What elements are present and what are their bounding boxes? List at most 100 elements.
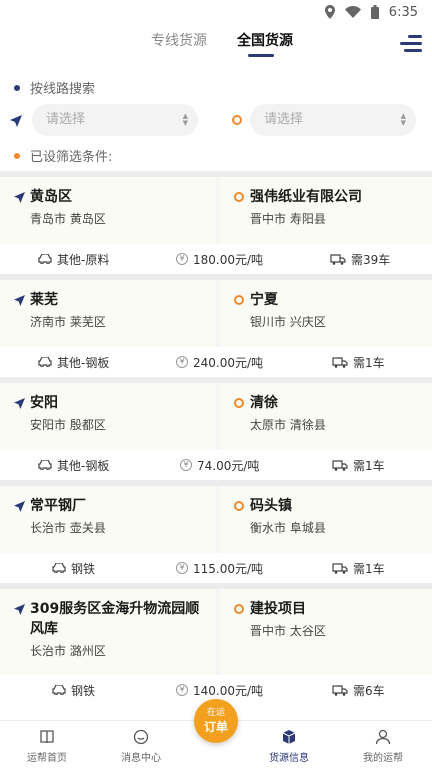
yen-icon: ¥: [176, 253, 188, 265]
origin-block: 莱芜 济南市 莱芜区: [0, 280, 216, 347]
vehicles-needed: 需1车: [332, 347, 385, 377]
origin-region: 安阳市 殷都区: [30, 418, 106, 432]
cargo-card[interactable]: 莱芜 济南市 莱芜区 宁夏 银川市 兴庆区 其他-钢板 ¥ 240.00元/吨: [0, 274, 432, 377]
origin-region: 长治市 壶关县: [30, 521, 106, 535]
origin-block: 安阳 安阳市 殷都区: [0, 383, 216, 450]
select-arrows-icon: ▲ ▼: [182, 112, 188, 127]
send-arrow-icon: [10, 115, 22, 127]
cargo-card[interactable]: 常平钢厂 长治市 壶关县 码头镇 衡水市 阜城县 钢铁 ¥ 115.00元/吨: [0, 480, 432, 583]
vehicles-text: 需39车: [351, 252, 391, 267]
destination-region: 晋中市 寿阳县: [250, 212, 326, 226]
yen-icon: ¥: [180, 459, 192, 471]
cargo-type: 其他-钢板: [38, 450, 109, 480]
destination-name: 建投项目: [250, 601, 306, 617]
origin-block: 黄岛区 青岛市 黄岛区: [0, 177, 216, 244]
car-icon: [38, 254, 52, 264]
bottom-nav: 运帮首页 消息中心 在运 订单 货源信息 我的运帮: [0, 699, 432, 768]
send-arrow-icon: [14, 398, 25, 409]
battery-icon: [370, 5, 379, 19]
vehicles-text: 需1车: [353, 561, 385, 576]
origin-name: 黄岛区: [30, 189, 72, 205]
yen-icon: ¥: [176, 356, 188, 368]
cargo-type: 钢铁: [52, 553, 95, 583]
destination-name: 强伟纸业有限公司: [250, 189, 362, 205]
destination-select[interactable]: 请选择 ▲ ▼: [250, 104, 416, 136]
destination-region: 晋中市 太谷区: [250, 624, 326, 638]
destination-region: 衡水市 阜城县: [250, 521, 326, 535]
car-icon: [52, 685, 66, 695]
cargo-card[interactable]: 安阳 安阳市 殷都区 清徐 太原市 清徐县 其他-钢板 ¥ 74.00元/吨 需…: [0, 377, 432, 480]
truck-icon: [332, 562, 348, 574]
cargo-type: 钢铁: [52, 675, 95, 705]
freight-price: ¥ 180.00元/吨: [176, 244, 263, 274]
price-text: 115.00元/吨: [193, 561, 264, 576]
cargo-type-text: 其他-钢板: [57, 458, 110, 473]
cargo-info-row: 钢铁 ¥ 115.00元/吨 需1车: [0, 553, 432, 583]
price-text: 240.00元/吨: [193, 355, 264, 370]
origin-name: 安阳: [30, 395, 58, 411]
nav-cargo-info-label: 货源信息: [269, 753, 309, 764]
freight-price: ¥ 115.00元/吨: [176, 553, 263, 583]
origin-region: 济南市 莱芜区: [30, 315, 106, 329]
origin-select[interactable]: 请选择 ▲ ▼: [32, 104, 198, 136]
route-search-text: 按线路搜索: [30, 82, 96, 97]
origin-block: 常平钢厂 长治市 壶关县: [0, 486, 216, 553]
car-icon: [38, 357, 52, 367]
send-arrow-icon: [14, 295, 25, 306]
vehicles-text: 需1车: [353, 458, 385, 473]
cargo-card[interactable]: 309服务区金海升物流园顺风库 长治市 潞州区 建投项目 晋中市 太谷区 钢铁 …: [0, 583, 432, 705]
nav-messages[interactable]: 消息中心: [98, 727, 184, 764]
origin-name: 莱芜: [30, 292, 58, 308]
destination-block: 建投项目 晋中市 太谷区: [220, 589, 432, 675]
filter-conditions[interactable]: 已设筛选条件:: [14, 146, 112, 165]
user-icon: [375, 729, 391, 745]
route-select-row: 请选择 ▲ ▼ 请选择 ▲ ▼: [0, 104, 432, 136]
destination-circle-icon: [234, 192, 244, 202]
vehicles-needed: 需39车: [330, 244, 390, 274]
cargo-type-text: 钢铁: [71, 683, 96, 698]
destination-region: 银川市 兴庆区: [250, 315, 326, 329]
center-button-bottom-text: 订单: [203, 720, 228, 734]
in-transit-orders-button[interactable]: 在运 订单: [194, 699, 238, 743]
truck-icon: [332, 684, 348, 696]
price-text: 74.00元/吨: [197, 458, 260, 473]
nav-cargo-info[interactable]: 货源信息: [246, 727, 332, 764]
tab-nationwide[interactable]: 全国货源: [237, 30, 293, 50]
destination-name: 宁夏: [250, 292, 278, 308]
price-text: 180.00元/吨: [193, 252, 264, 267]
destination-name: 清徐: [250, 395, 278, 411]
nav-home-label: 运帮首页: [27, 753, 67, 764]
freight-price: ¥ 240.00元/吨: [176, 347, 263, 377]
cargo-info-row: 其他-钢板 ¥ 240.00元/吨 需1车: [0, 347, 432, 377]
destination-circle-icon: [234, 501, 244, 511]
destination-block: 强伟纸业有限公司 晋中市 寿阳县: [220, 177, 432, 244]
cargo-list: 黄岛区 青岛市 黄岛区 强伟纸业有限公司 晋中市 寿阳县 其他-原料 ¥ 180…: [0, 171, 432, 705]
route-search-label: 按线路搜索: [14, 78, 95, 97]
vehicles-text: 需1车: [353, 355, 385, 370]
cargo-info-row: 其他-钢板 ¥ 74.00元/吨 需1车: [0, 450, 432, 480]
wifi-icon: [344, 6, 361, 18]
origin-select-placeholder: 请选择: [46, 112, 86, 127]
destination-region: 太原市 清徐县: [250, 418, 326, 432]
origin-block: 309服务区金海升物流园顺风库 长治市 潞州区: [0, 589, 216, 675]
destination-block: 清徐 太原市 清徐县: [220, 383, 432, 450]
destination-circle-icon: [232, 115, 242, 125]
cargo-type: 其他-钢板: [38, 347, 109, 377]
location-icon: [324, 5, 335, 19]
menu-icon[interactable]: [400, 33, 422, 53]
book-icon: [40, 730, 54, 744]
yen-icon: ¥: [176, 684, 188, 696]
cargo-card[interactable]: 黄岛区 青岛市 黄岛区 强伟纸业有限公司 晋中市 寿阳县 其他-原料 ¥ 180…: [0, 171, 432, 274]
vehicles-needed: 需1车: [332, 450, 385, 480]
status-bar: 6:35: [0, 0, 432, 24]
nav-profile[interactable]: 我的运帮: [340, 727, 426, 764]
freight-price: ¥ 74.00元/吨: [180, 450, 259, 480]
status-time: 6:35: [388, 4, 418, 20]
tab-dedicated-line[interactable]: 专线货源: [151, 30, 207, 50]
destination-select-placeholder: 请选择: [264, 112, 304, 127]
destination-circle-icon: [234, 398, 244, 408]
active-tab-indicator: [248, 54, 274, 57]
vehicles-needed: 需1车: [332, 553, 385, 583]
origin-name: 309服务区金海升物流园顺风库: [30, 601, 200, 637]
nav-home[interactable]: 运帮首页: [4, 727, 90, 764]
